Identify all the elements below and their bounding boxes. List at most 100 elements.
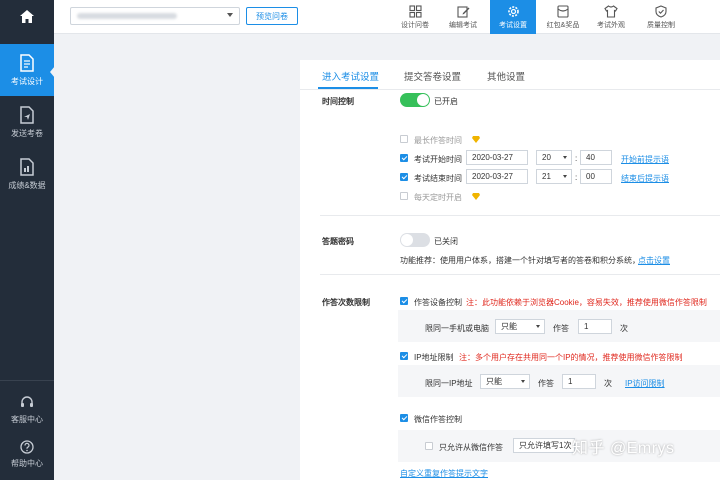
answer-password-toggle[interactable] <box>400 233 430 247</box>
click-settings-link[interactable]: 点击设置 <box>638 255 670 266</box>
shirt-icon <box>604 4 618 18</box>
section-divider <box>320 215 720 216</box>
sidebar-item-exam-design[interactable]: 考试设计 <box>0 44 54 96</box>
tool-label: 考试外观 <box>597 21 625 29</box>
end-minute-input[interactable]: 00 <box>580 169 612 184</box>
tool-quality-control[interactable]: 质量控制 <box>638 0 684 34</box>
time-control-toggle[interactable] <box>400 93 430 107</box>
questionnaire-select[interactable] <box>70 7 240 25</box>
device-control-label: 作答设备控制 <box>414 298 462 307</box>
sidebar-item-label: 发送考卷 <box>11 128 43 138</box>
answer-word: 作答 <box>553 324 569 333</box>
tool-label: 质量控制 <box>647 21 675 29</box>
device-limit-select-value: 只能 <box>501 322 517 331</box>
end-time-checkbox[interactable] <box>400 173 408 181</box>
end-time-label: 考试结束时间 <box>414 174 462 183</box>
device-limit-label: 限同一手机或电脑 <box>425 324 489 333</box>
start-hour-value: 20 <box>542 153 551 162</box>
ip-limit-checkbox[interactable] <box>400 352 408 360</box>
help-circle-icon <box>20 439 34 454</box>
sidebar-item-customer-service[interactable]: 客服中心 <box>0 388 54 432</box>
sidebar-item-send-exam[interactable]: 发送考卷 <box>0 96 54 148</box>
send-document-icon <box>20 105 34 124</box>
device-control-note: 注：此功能依赖于浏览器Cookie，容易失效，推荐使用微信作答限制 <box>466 298 707 307</box>
chevron-down-icon <box>227 13 233 17</box>
answer-word: 作答 <box>538 379 554 388</box>
custom-repeat-prompt-link[interactable]: 自定义重复作答提示文字 <box>400 468 488 479</box>
device-control-checkbox[interactable] <box>400 297 408 305</box>
blurred-questionnaire-name <box>77 13 177 19</box>
ip-limit-note: 注：多个用户存在共用同一个IP的情况，推荐使用微信作答限制 <box>459 353 683 362</box>
sidebar-item-label: 成绩&数据 <box>8 180 46 190</box>
toggle-knob <box>417 94 429 106</box>
headset-icon <box>21 395 33 407</box>
ip-limit-box: 限同一IP地址 只能 作答 1 次 IP访问限制 <box>398 365 720 397</box>
tool-edit-exam[interactable]: 编辑考试 <box>440 0 486 34</box>
preview-button[interactable]: 预览问卷 <box>246 7 298 25</box>
ip-limit-count-input[interactable]: 1 <box>562 374 596 389</box>
settings-panel: 进入考试设置 提交答卷设置 其他设置 时间控制 已开启 最长作答时间 考试开始时… <box>300 60 720 480</box>
red-packet-icon <box>557 4 569 18</box>
time-colon: : <box>575 154 578 163</box>
sidebar-divider <box>0 380 54 381</box>
daily-open-checkbox[interactable] <box>400 192 408 200</box>
tab-other-settings[interactable]: 其他设置 <box>487 69 525 83</box>
ip-limit-select-value: 只能 <box>486 377 502 386</box>
document-edit-icon <box>20 53 34 72</box>
start-date-input[interactable]: 2020-03-27 <box>466 150 528 165</box>
tool-design-questionnaire[interactable]: 设计问卷 <box>392 0 438 34</box>
ip-access-limit-link[interactable]: IP访问限制 <box>625 378 665 389</box>
ip-limit-label: IP地址限制 <box>414 353 454 362</box>
chevron-down-icon <box>521 380 525 383</box>
sidebar-item-label: 考试设计 <box>11 76 43 86</box>
device-limit-select[interactable]: 只能 <box>495 319 545 334</box>
device-limit-count-input[interactable]: 1 <box>578 319 612 334</box>
sidebar-item-help-center[interactable]: 帮助中心 <box>0 432 54 476</box>
end-prompt-link[interactable]: 结束后提示语 <box>621 173 669 184</box>
start-time-checkbox[interactable] <box>400 154 408 162</box>
max-time-checkbox[interactable] <box>400 135 408 143</box>
chevron-down-icon <box>536 325 540 328</box>
ip-limit-row-label: 限同一IP地址 <box>425 379 473 388</box>
ip-limit-select[interactable]: 只能 <box>480 374 530 389</box>
times-word: 次 <box>620 324 628 333</box>
end-hour-value: 21 <box>542 172 551 181</box>
tool-exam-appearance[interactable]: 考试外观 <box>588 0 634 34</box>
wechat-limit-select[interactable]: 只允许填写1次 <box>513 438 575 453</box>
home-icon <box>20 9 34 23</box>
feature-recommendation-text: 功能推荐：使用用户体系，搭建一个针对填写者的答卷和积分系统， <box>400 256 640 265</box>
wechat-only-label: 只允许从微信作答 <box>439 443 503 452</box>
chevron-down-icon <box>563 175 567 178</box>
start-minute-input[interactable]: 40 <box>580 150 612 165</box>
tool-red-packet-prizes[interactable]: 红包&奖品 <box>540 0 586 34</box>
wechat-only-checkbox[interactable] <box>425 442 433 450</box>
settings-tabs: 进入考试设置 提交答卷设置 其他设置 <box>300 60 720 90</box>
start-time-label: 考试开始时间 <box>414 155 462 164</box>
gear-icon <box>507 5 519 17</box>
tool-exam-settings[interactable]: 考试设置 <box>490 0 536 34</box>
tool-label: 考试设置 <box>499 21 527 29</box>
edit-icon <box>456 5 469 18</box>
answer-password-status: 已关闭 <box>434 237 458 246</box>
tab-enter-exam-settings[interactable]: 进入考试设置 <box>322 69 379 83</box>
wechat-limit-select-value: 只允许填写1次 <box>519 441 572 450</box>
section-divider <box>320 274 720 275</box>
wechat-control-checkbox[interactable] <box>400 414 408 422</box>
chart-document-icon <box>20 157 34 176</box>
toggle-knob <box>401 234 413 246</box>
attempt-limit-label: 作答次数限制 <box>322 298 370 307</box>
sidebar-item-label: 客服中心 <box>11 414 43 424</box>
chevron-down-icon <box>563 156 567 159</box>
time-colon: : <box>575 173 578 182</box>
shield-icon <box>655 4 667 18</box>
start-prompt-link[interactable]: 开始前提示语 <box>621 154 669 165</box>
tab-submit-settings[interactable]: 提交答卷设置 <box>404 69 461 83</box>
end-hour-select[interactable]: 21 <box>536 169 572 184</box>
end-date-input[interactable]: 2020-03-27 <box>466 169 528 184</box>
grid-icon <box>408 4 422 18</box>
sidebar-item-label: 帮助中心 <box>11 458 43 468</box>
start-hour-select[interactable]: 20 <box>536 150 572 165</box>
home-button[interactable] <box>0 0 54 32</box>
tool-label: 红包&奖品 <box>546 21 580 29</box>
sidebar-item-results-data[interactable]: 成绩&数据 <box>0 148 54 200</box>
